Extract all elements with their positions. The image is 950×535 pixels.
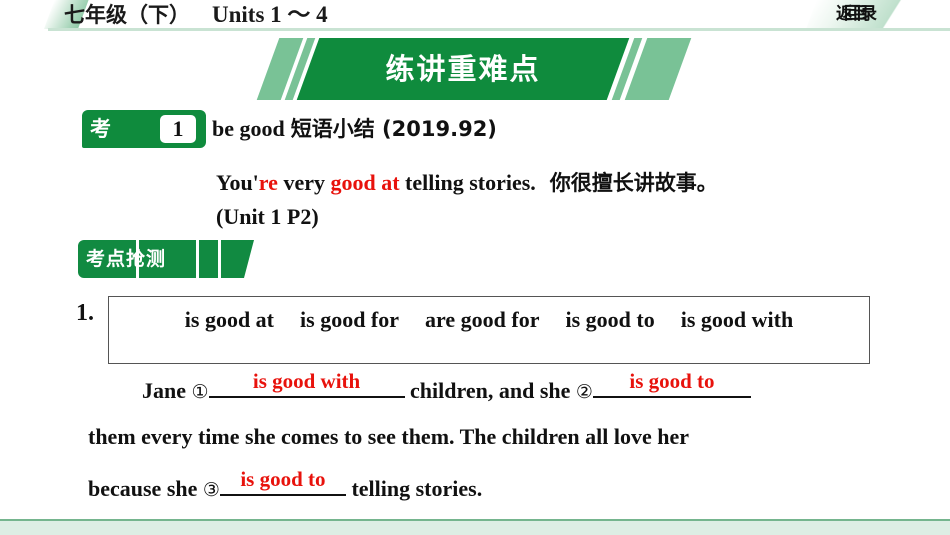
word-bank-option[interactable]: is good at bbox=[185, 303, 274, 337]
quiz-tab: 考点抢测 bbox=[78, 240, 254, 278]
exam-point-title-en: be good bbox=[212, 116, 285, 141]
blank-marker-2: ② bbox=[575, 381, 593, 403]
answer-text-1: is good with bbox=[252, 369, 361, 393]
question-number: 1. bbox=[76, 300, 94, 326]
page-header: 七年级（下） Units 1 ～ 4 返回目录 bbox=[0, 0, 950, 31]
example-seg-3: very bbox=[277, 170, 331, 195]
word-bank-option[interactable]: is good with bbox=[681, 303, 793, 337]
answer-sentence-line-3: because she ③ is good to telling stories. bbox=[88, 467, 483, 502]
word-bank-list: is good at is good for are good for is good… bbox=[109, 297, 869, 337]
answer-text-3: is good to bbox=[240, 467, 326, 491]
sentence-text-jane: Jane bbox=[142, 378, 192, 403]
answer-text-2: is good to bbox=[629, 369, 715, 393]
header-divider bbox=[48, 28, 950, 31]
sentence-text-mid: children, and she bbox=[404, 378, 576, 403]
exam-point-badge-label: 考点 bbox=[90, 117, 112, 179]
answer-blank-1[interactable]: is good with bbox=[208, 369, 405, 398]
example-seg-1: You' bbox=[216, 170, 259, 195]
footer-bar bbox=[0, 521, 950, 535]
example-translation: 你很擅长讲故事。 bbox=[549, 171, 718, 195]
answer-sentence-line-2: them every time she comes to see them. T… bbox=[88, 424, 689, 449]
example-source: (Unit 1 P2) bbox=[216, 204, 319, 229]
quiz-tab-separator-2 bbox=[196, 240, 199, 278]
sentence-text-because: because she bbox=[88, 476, 203, 501]
word-bank-box: is good at is good for are good for is good… bbox=[108, 296, 870, 364]
quiz-tab-label: 考点抢测 bbox=[86, 248, 167, 270]
word-bank-option[interactable]: is good to bbox=[565, 303, 654, 337]
example-seg-4-highlight: good at bbox=[330, 170, 400, 195]
example-seg-5: telling stories. bbox=[399, 170, 536, 195]
units-label: Units 1 ～ 4 bbox=[212, 2, 328, 27]
answer-blank-2[interactable]: is good to bbox=[592, 369, 751, 398]
banner-title: 练讲重难点 bbox=[385, 52, 541, 86]
blank-marker-3: ③ bbox=[202, 479, 220, 501]
back-to-contents-button[interactable]: 返回目录 bbox=[836, 0, 902, 29]
example-sentence: You're very good at telling stories. 你很擅长… bbox=[216, 162, 916, 204]
answer-blank-3[interactable]: is good to bbox=[219, 467, 346, 496]
exam-point-title: be good 短语小结 (2019.92) bbox=[212, 110, 497, 148]
sentence-text-tail: telling stories. bbox=[345, 476, 483, 501]
word-bank-option[interactable]: are good for bbox=[425, 303, 539, 337]
exam-point-title-cn: 短语小结 (2019.92) bbox=[290, 117, 497, 141]
answer-sentence-line-1: Jane ① is good with children, and she ② is… bbox=[142, 369, 751, 404]
page-title: 七年级（下） Units 1 ～ 4 bbox=[64, 0, 328, 29]
quiz-tab-separator-3 bbox=[218, 240, 221, 278]
example-seg-2-highlight: re bbox=[258, 170, 278, 195]
exam-point-number: 1 bbox=[160, 115, 196, 143]
word-bank-option[interactable]: is good for bbox=[300, 303, 399, 337]
blank-marker-1: ① bbox=[191, 381, 209, 403]
section-banner: 练讲重难点 bbox=[0, 38, 950, 100]
grade-label: 七年级（下） bbox=[64, 3, 190, 27]
